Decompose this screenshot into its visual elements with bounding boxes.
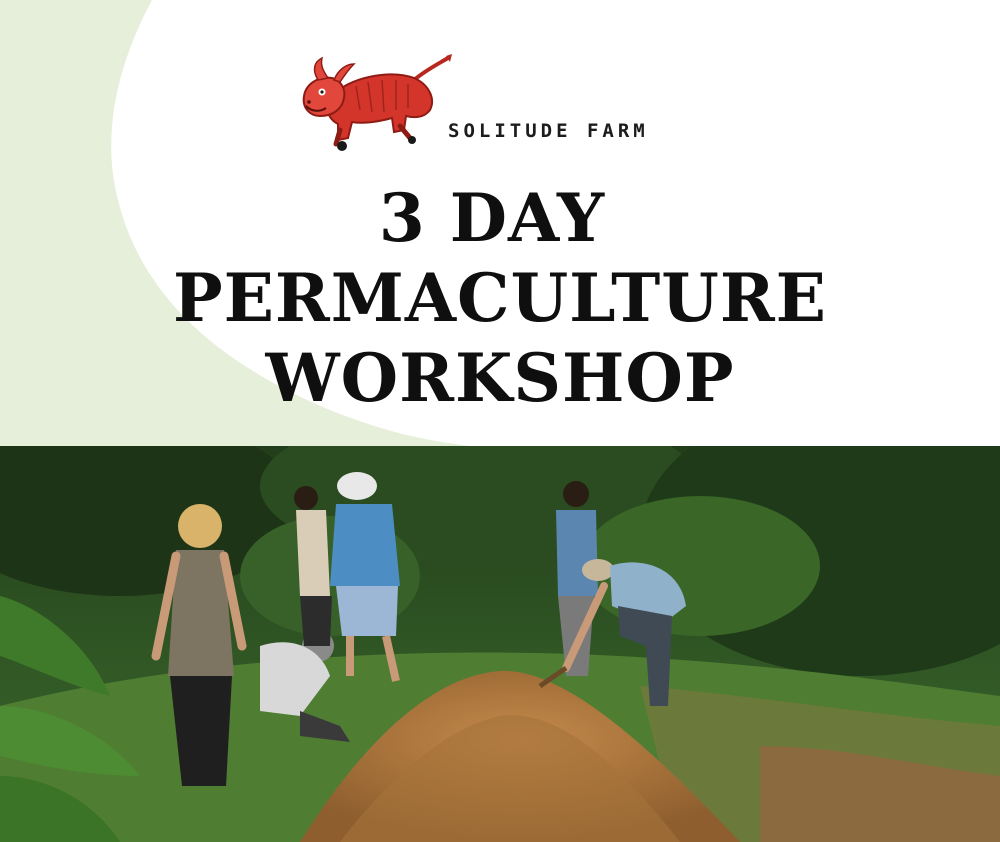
workshop-photo-illustration: [0, 446, 1000, 842]
red-bull-icon: [302, 54, 452, 151]
brand-name: SOLITUDE FARM: [448, 120, 649, 142]
title-line-2: PERMACULTURE: [173, 259, 827, 337]
workshop-photo: [0, 446, 1000, 842]
workshop-poster: SOLITUDE FARM 3 DAY PERMACULTURE WORKSHO…: [0, 0, 1000, 842]
brand-block: SOLITUDE FARM: [296, 52, 716, 157]
title-line-1: 3 DAY: [378, 179, 606, 257]
poster-header: SOLITUDE FARM 3 DAY PERMACULTURE WORKSHO…: [0, 0, 1000, 446]
title-line-3: WORKSHOP: [265, 339, 735, 417]
workshop-title: 3 DAY PERMACULTURE WORKSHOP: [0, 178, 1000, 418]
